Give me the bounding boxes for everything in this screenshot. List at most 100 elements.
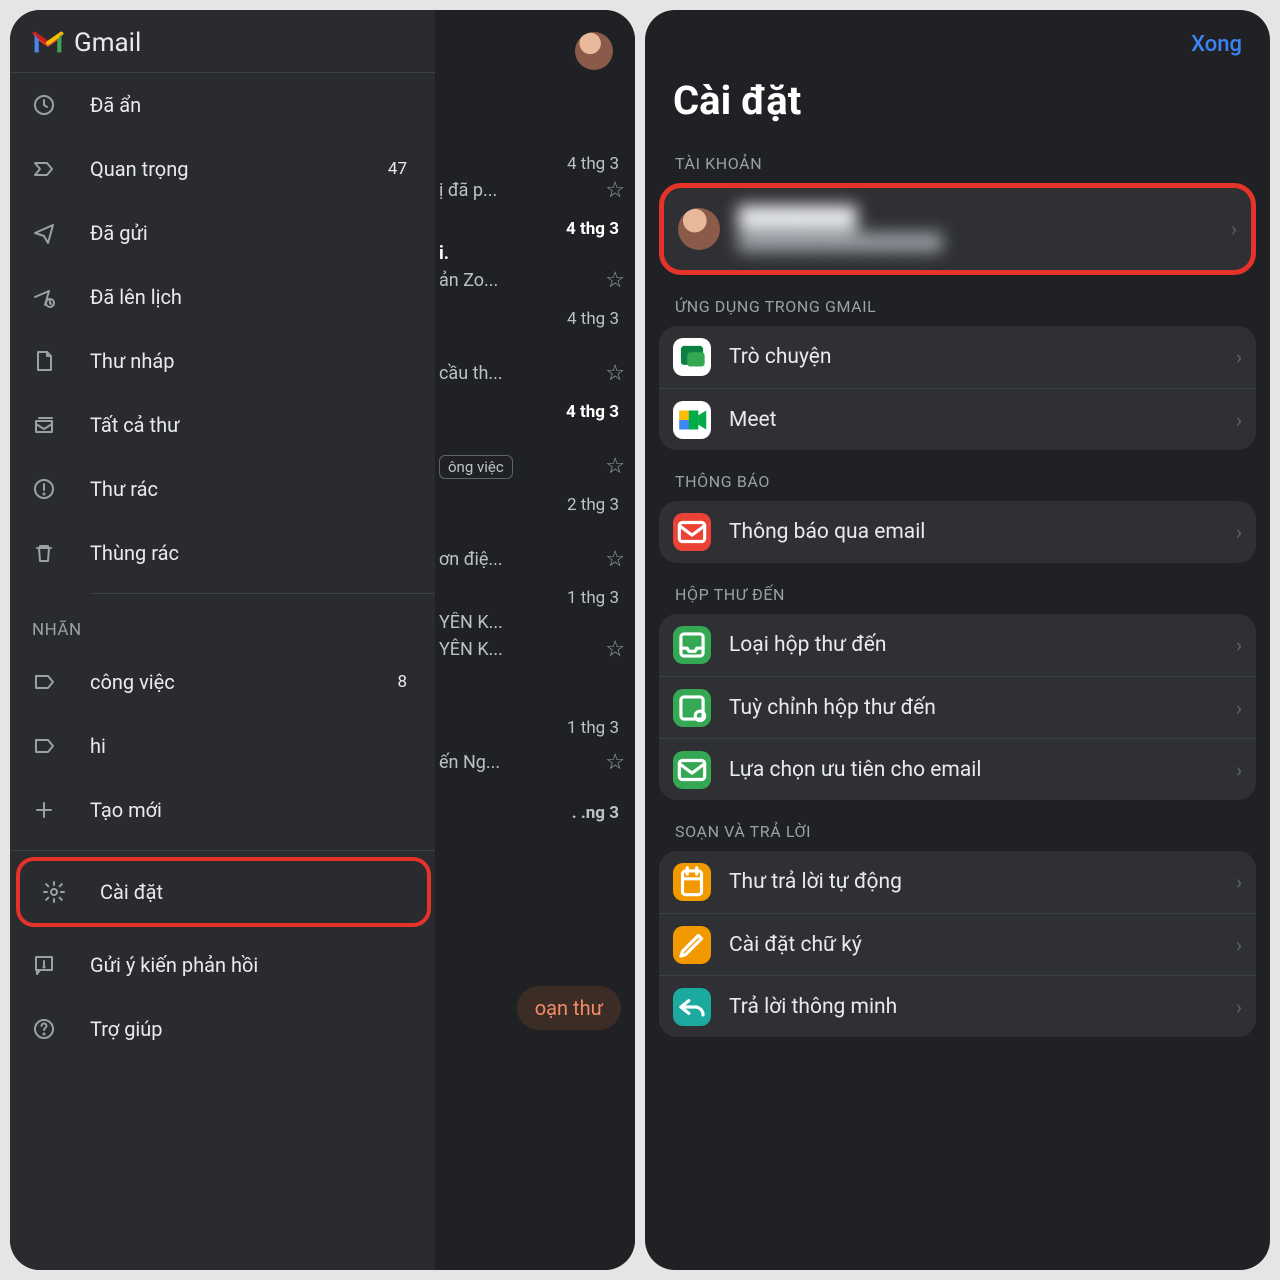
- trash-icon: [32, 541, 56, 565]
- nav-sent[interactable]: Đã gửi: [10, 201, 435, 265]
- section-account: TÀI KHOẢN: [645, 132, 1270, 183]
- drawer-header: Gmail: [10, 10, 435, 73]
- important-icon: [32, 157, 56, 181]
- email-snippet: ến Ng...: [439, 752, 500, 773]
- gmail-logo: Gmail: [32, 28, 141, 58]
- email-date: 4 thg 3: [566, 219, 625, 239]
- create-label[interactable]: Tạo mới: [10, 778, 435, 842]
- setting-label: Lựa chọn ưu tiên cho email: [729, 758, 1236, 782]
- chevron-right-icon: ›: [1236, 345, 1242, 369]
- done-button[interactable]: Xong: [1191, 32, 1242, 57]
- chevron-right-icon: ›: [1236, 633, 1242, 657]
- chevron-right-icon: ›: [1236, 933, 1242, 957]
- notif-email[interactable]: Thông báo qua email ›: [659, 501, 1256, 563]
- star-icon[interactable]: ☆: [605, 178, 625, 203]
- nav-label: Đã gửi: [90, 221, 413, 245]
- email-row[interactable]: 4 thg 3 i. ản Zo...☆: [435, 213, 635, 303]
- nav-label: Đã lên lịch: [90, 285, 413, 309]
- chat-icon: [673, 338, 711, 376]
- email-row[interactable]: 4 thg 3 ông việc☆: [435, 396, 635, 489]
- label-item[interactable]: hi: [10, 714, 435, 778]
- mail-icon: [673, 513, 711, 551]
- setting-label: Trả lời thông minh: [729, 995, 1236, 1019]
- star-icon[interactable]: ☆: [605, 637, 625, 662]
- nav-important[interactable]: Quan trọng 47: [10, 137, 435, 201]
- nav-scheduled[interactable]: Đã lên lịch: [10, 265, 435, 329]
- compose-button[interactable]: oạn thư: [517, 986, 621, 1030]
- reply-icon: [673, 988, 711, 1026]
- label-item[interactable]: công việc 8: [10, 650, 435, 714]
- file-icon: [32, 349, 56, 373]
- inbox-type[interactable]: Loại hộp thư đến ›: [659, 614, 1256, 676]
- nav-drawer: Gmail Đã ẩn Quan trọng 47 Đã gửi: [10, 10, 435, 1270]
- nav-label: Cài đặt: [100, 880, 405, 904]
- email-snippet: ơn điệ...: [439, 549, 503, 570]
- email-row[interactable]: 1 thg 3 ến Ng... ☆: [435, 712, 635, 785]
- signature[interactable]: Cài đặt chữ ký ›: [659, 913, 1256, 975]
- avatar: [678, 208, 720, 250]
- chevron-right-icon: ›: [1236, 696, 1242, 720]
- gmail-icon: [32, 31, 64, 55]
- star-icon[interactable]: ☆: [605, 268, 625, 293]
- star-icon[interactable]: ☆: [605, 547, 625, 572]
- nav-drafts[interactable]: Thư nháp: [10, 329, 435, 393]
- inbox-priority[interactable]: Lựa chọn ưu tiên cho email ›: [659, 738, 1256, 800]
- nav-feedback[interactable]: Gửi ý kiến phản hồi: [10, 933, 435, 997]
- inbox-customize[interactable]: Tuỳ chỉnh hộp thư đến ›: [659, 676, 1256, 738]
- email-date: . .ng 3: [572, 803, 625, 823]
- nav-label: Tất cả thư: [90, 413, 413, 437]
- email-row[interactable]: 1 thg 3 YÊN K... YÊN K...☆: [435, 582, 635, 672]
- meet-icon: [673, 401, 711, 439]
- star-icon[interactable]: ☆: [605, 361, 625, 386]
- email-row[interactable]: 4 thg 3 cầu th...☆: [435, 303, 635, 396]
- settings-title: Cài đặt: [645, 65, 1270, 132]
- email-row[interactable]: 2 thg 3 ơn điệ... ☆: [435, 489, 635, 582]
- app-meet[interactable]: Meet ›: [659, 388, 1256, 450]
- left-screenshot: Gmail Đã ẩn Quan trọng 47 Đã gửi: [10, 10, 635, 1270]
- email-row[interactable]: 4 thg 3 ị đã p... ☆: [435, 148, 635, 213]
- star-icon[interactable]: ☆: [605, 454, 625, 479]
- star-icon[interactable]: ☆: [605, 750, 625, 775]
- chevron-right-icon: ›: [1231, 217, 1237, 241]
- mail-priority-icon: [673, 751, 711, 789]
- nav-label: Trợ giúp: [90, 1017, 413, 1041]
- setting-label: Thư trả lời tự động: [729, 870, 1236, 894]
- account-email: ██████████████████: [738, 232, 1231, 252]
- setting-label: Tuỳ chỉnh hộp thư đến: [729, 696, 1236, 720]
- app-name: Gmail: [74, 28, 141, 58]
- nav-label: Tạo mới: [90, 798, 413, 822]
- nav-trash[interactable]: Thùng rác: [10, 521, 435, 585]
- email-row[interactable]: . .ng 3: [435, 797, 635, 833]
- setting-label: Loại hộp thư đến: [729, 633, 1236, 657]
- section-inbox: HỘP THƯ ĐẾN: [645, 563, 1270, 614]
- gear-icon: [42, 880, 66, 904]
- spam-icon: [32, 477, 56, 501]
- smart-reply[interactable]: Trả lời thông minh ›: [659, 975, 1256, 1037]
- nav-allmail[interactable]: Tất cả thư: [10, 393, 435, 457]
- email-snippet: ị đã p...: [439, 180, 497, 201]
- email-date: 4 thg 3: [567, 154, 625, 174]
- auto-reply[interactable]: Thư trả lời tự động ›: [659, 851, 1256, 913]
- compose-label: oạn thư: [535, 996, 603, 1020]
- app-chat[interactable]: Trò chuyện ›: [659, 326, 1256, 388]
- vacation-icon: [673, 863, 711, 901]
- feedback-icon: [32, 953, 56, 977]
- setting-label: Thông báo qua email: [729, 520, 1236, 544]
- email-date: 4 thg 3: [566, 402, 625, 422]
- avatar[interactable]: [575, 32, 613, 70]
- nav-label: Gửi ý kiến phản hồi: [90, 953, 413, 977]
- nav-settings[interactable]: Cài đặt: [16, 857, 431, 927]
- nav-spam[interactable]: Thư rác: [10, 457, 435, 521]
- scheduled-icon: [32, 285, 56, 309]
- inbox-list: Loại hộp thư đến › Tuỳ chỉnh hộp thư đến…: [659, 614, 1256, 800]
- email-date: 2 thg 3: [567, 495, 625, 515]
- clock-icon: [32, 93, 56, 117]
- email-date: 1 thg 3: [567, 718, 625, 738]
- nav-snoozed[interactable]: Đã ẩn: [10, 73, 435, 137]
- nav-count: 8: [397, 672, 407, 692]
- setting-label: Cài đặt chữ ký: [729, 933, 1236, 957]
- account-row[interactable]: ████████ ██████████████████ ›: [664, 188, 1251, 270]
- chevron-right-icon: ›: [1236, 408, 1242, 432]
- nav-label: Thư nháp: [90, 349, 413, 373]
- nav-help[interactable]: Trợ giúp: [10, 997, 435, 1061]
